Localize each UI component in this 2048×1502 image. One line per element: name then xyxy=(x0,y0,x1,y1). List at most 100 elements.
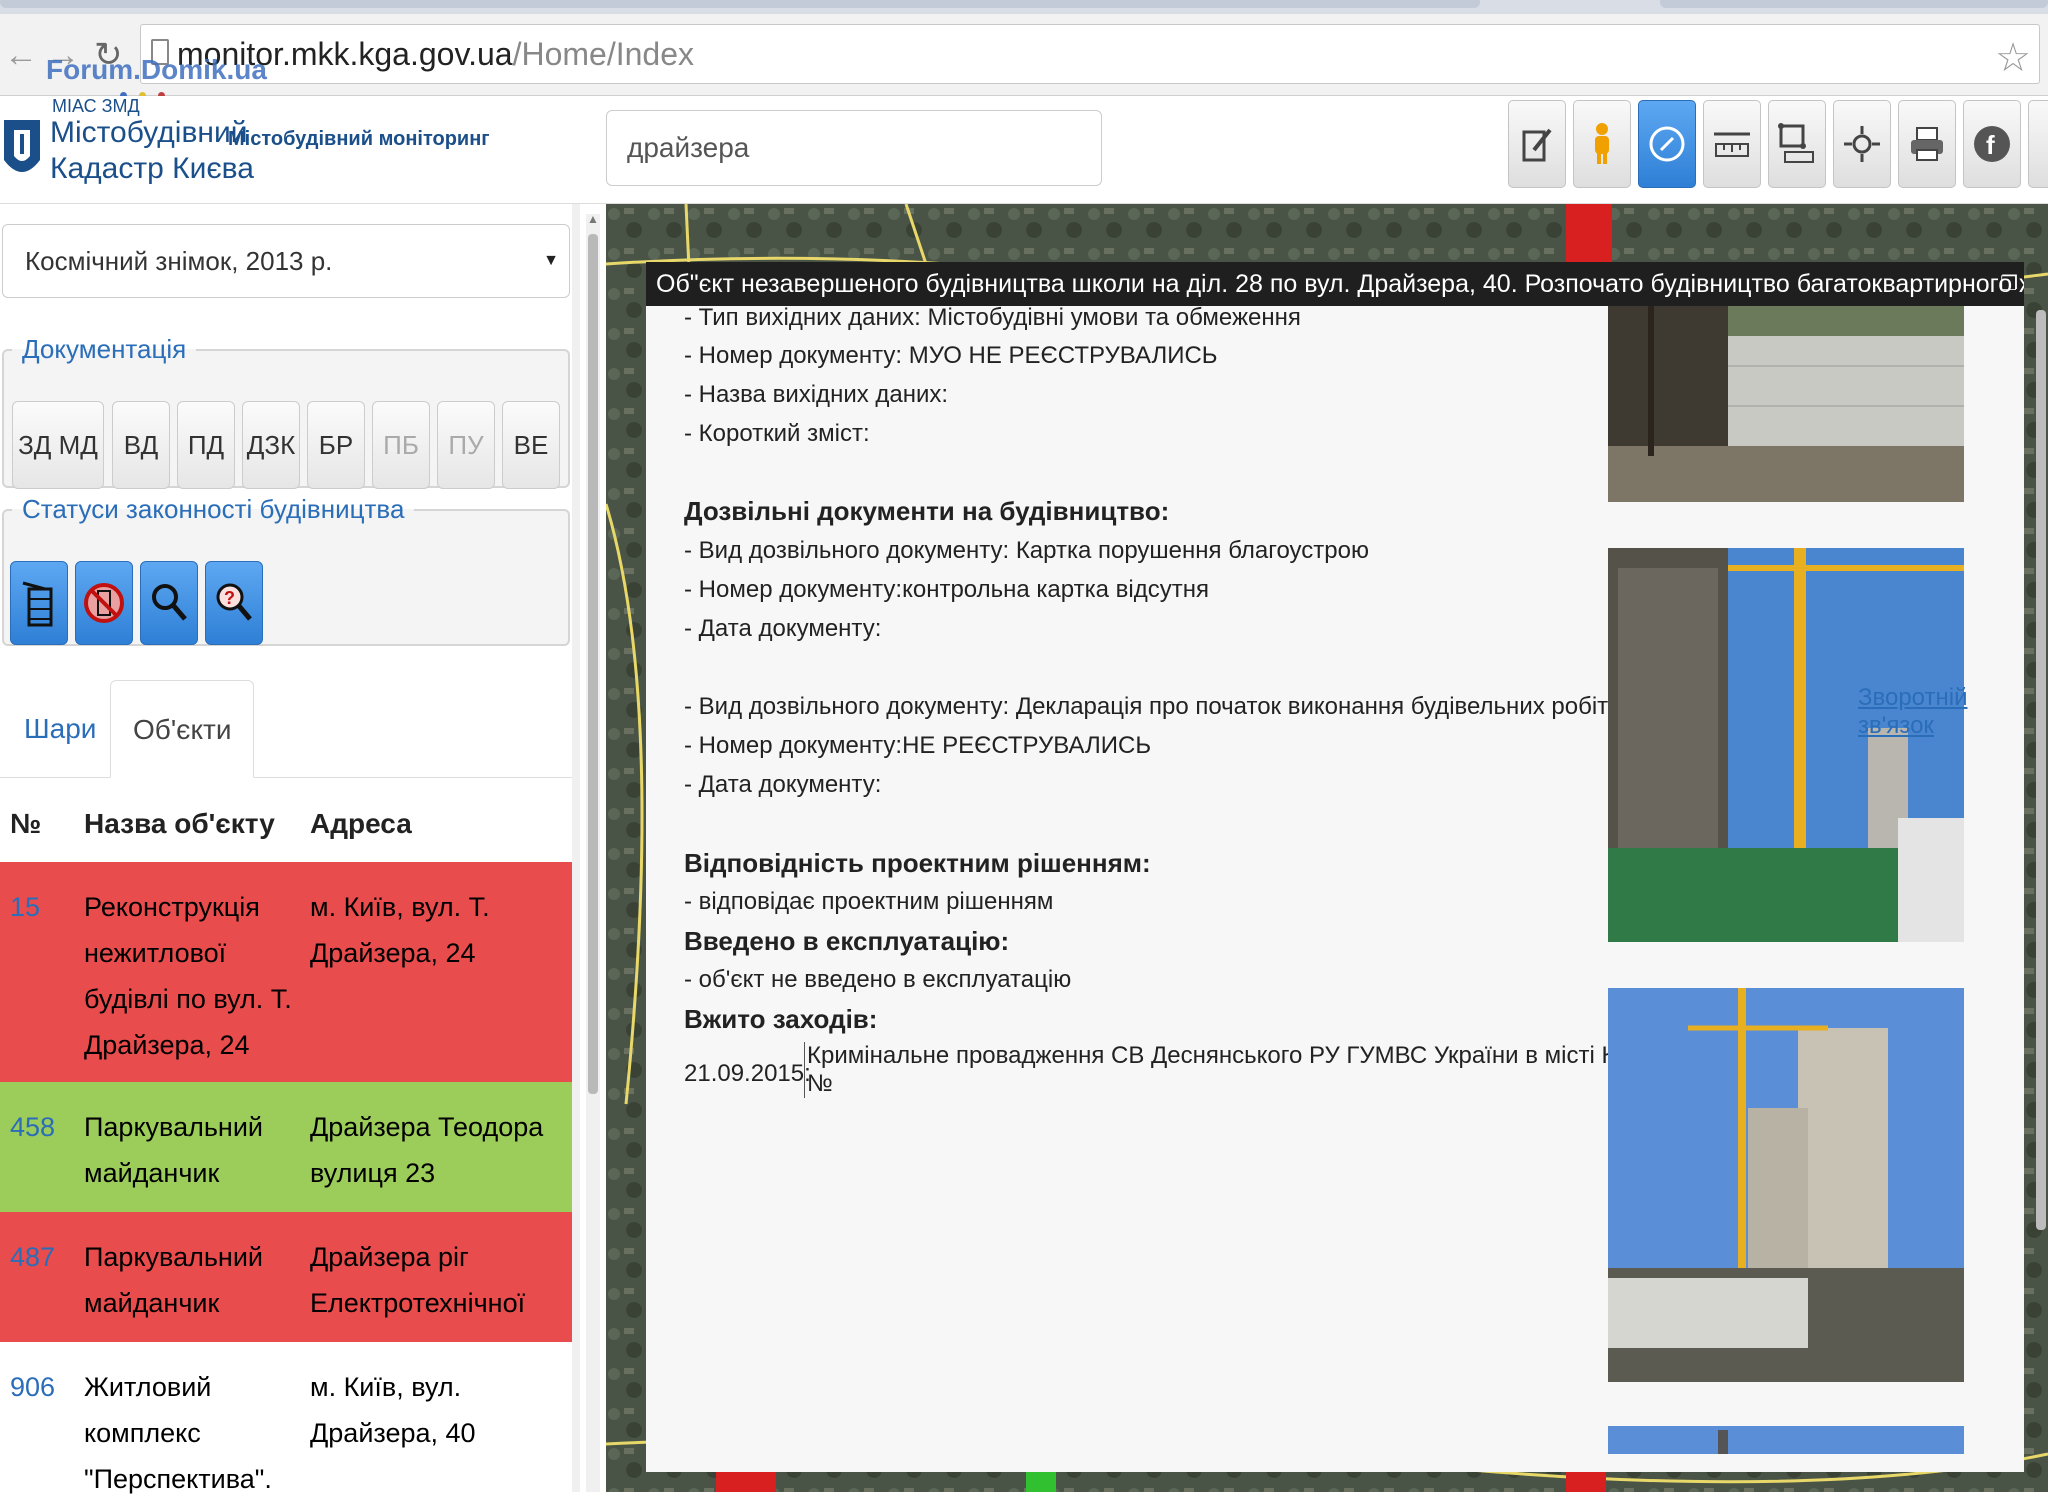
extra-tool-button[interactable] xyxy=(2028,100,2048,188)
construction-photo-2 xyxy=(1608,548,1964,942)
col-address-header[interactable]: Адреса xyxy=(310,808,412,840)
doc-button-vd[interactable]: ВД xyxy=(112,401,170,489)
scroll-up-icon[interactable]: ▲ xyxy=(587,212,599,226)
compass-tool-button[interactable] xyxy=(1638,100,1696,188)
svg-text:f: f xyxy=(1986,130,1995,160)
measure-text: Кримінальне провадження СВ Деснянського … xyxy=(804,1042,1659,1098)
search-input[interactable] xyxy=(606,110,1102,186)
col-name-header[interactable]: Назва об'єкту xyxy=(84,808,275,840)
object-photo[interactable] xyxy=(1608,1426,1964,1454)
construction-photo-4 xyxy=(1608,1426,1964,1454)
row-number[interactable]: 458 xyxy=(10,1104,55,1150)
illegal-building-icon xyxy=(84,583,124,623)
person-icon xyxy=(1595,123,1609,164)
row-number[interactable]: 15 xyxy=(10,884,40,930)
search-icon xyxy=(152,584,187,621)
status-legal-button[interactable] xyxy=(10,561,68,645)
doc-button-pb[interactable]: ПБ xyxy=(372,401,430,489)
info-line: - Короткий зміст: xyxy=(684,420,870,447)
popup-scrollbar-thumb[interactable] xyxy=(2036,310,2046,1230)
unknown-status-icon: ? xyxy=(216,583,252,621)
popup-title-text: Об"єкт незавершеного будівництва школи н… xyxy=(656,270,2024,298)
info-line: - Номер документу:НЕ РЕЄСТРУВАЛИСЬ xyxy=(684,732,1152,759)
measure-text-line2: № xyxy=(807,1070,833,1097)
object-photo[interactable] xyxy=(1608,306,1964,502)
row-name: Паркувальний майданчик xyxy=(84,1242,264,1318)
construction-photo-3 xyxy=(1608,988,1964,1382)
legality-status-legend: Статуси законності будівництва xyxy=(22,494,405,524)
row-address: Драйзера Теодора вулиця 23 xyxy=(310,1112,544,1188)
info-line: - Дата документу: xyxy=(684,615,882,642)
info-line: - Назва вихідних даних: xyxy=(684,381,949,408)
doc-button-pu[interactable]: ПУ xyxy=(437,401,495,489)
back-icon[interactable]: ← xyxy=(4,38,38,72)
documentation-group: Документація ЗД МД ВД ПД ДЗК БР ПБ ПУ ВЕ xyxy=(2,334,570,489)
sidebar-scrollbar-thumb[interactable] xyxy=(588,234,598,1094)
watermark: Forum.Domik.ua xyxy=(46,54,267,85)
table-row[interactable]: 458 Паркувальний майданчик Драйзера Теод… xyxy=(0,1082,572,1212)
browser-tab[interactable] xyxy=(1660,0,2048,8)
col-number-header[interactable]: № xyxy=(10,808,41,840)
app-subtitle: Містобудівний моніторинг xyxy=(228,128,490,150)
facebook-share-button[interactable]: f xyxy=(1963,100,2021,188)
info-line: - відповідає проектним рішенням xyxy=(684,888,1054,915)
doc-button-br[interactable]: БР xyxy=(307,401,365,489)
sidebar-panel: Космічний знімок, 2013 р. ▼ Документація… xyxy=(0,204,572,1502)
logo-line1: Містобудівний xyxy=(50,116,248,149)
row-name: Паркувальний майданчик xyxy=(84,1112,264,1188)
browser-address-bar: ← → ↻ monitor.mkk.kga.gov.ua/Home/Index … xyxy=(0,14,2048,99)
row-number[interactable]: 906 xyxy=(10,1364,55,1410)
row-name: Реконструкція нежитлової будівлі по вул.… xyxy=(84,892,292,1060)
info-heading: Вжито заходів: xyxy=(684,1004,878,1034)
watermark-dots xyxy=(120,86,200,99)
chevron-down-icon: ▼ xyxy=(543,252,559,269)
sidebar: Космічний знімок, 2013 р. ▼ Документація… xyxy=(0,204,580,1502)
construction-photo-1 xyxy=(1608,306,1964,502)
print-tool-button[interactable] xyxy=(1898,100,1956,188)
basemap-select-value: Космічний знімок, 2013 р. xyxy=(25,246,333,276)
area-measure-icon xyxy=(1778,123,1814,163)
streetview-tool-button[interactable] xyxy=(1573,100,1631,188)
print-icon xyxy=(1911,127,1943,161)
doc-button-pd[interactable]: ПД xyxy=(177,401,235,489)
tab-objects[interactable]: Об'єкти xyxy=(110,680,255,778)
object-photo[interactable] xyxy=(1608,988,1964,1382)
logo-line2: Кадастр Києва xyxy=(50,152,254,185)
popup-title: Об"єкт незавершеного будівництва школи н… xyxy=(646,262,2024,306)
table-row[interactable]: 487 Паркувальний майданчик Драйзера ріг … xyxy=(0,1212,572,1342)
area-tool-button[interactable] xyxy=(1768,100,1826,188)
url-path: /Home/Index xyxy=(512,36,694,72)
bookmark-star-icon[interactable]: ☆ xyxy=(1995,29,2031,87)
info-line: - Вид дозвільного документу: Декларація … xyxy=(684,693,1609,720)
kyiv-emblem-icon xyxy=(4,120,40,172)
tab-layers[interactable]: Шари xyxy=(2,680,118,778)
status-illegal-button[interactable] xyxy=(75,561,133,645)
status-inspection-button[interactable] xyxy=(140,561,198,645)
info-heading: Відповідність проектним рішенням: xyxy=(684,848,1151,878)
table-row[interactable]: 15 Реконструкція нежитлової будівлі по в… xyxy=(0,862,572,1082)
doc-button-zd-md[interactable]: ЗД МД xyxy=(12,401,104,489)
ruler-tool-button[interactable] xyxy=(1703,100,1761,188)
url-field[interactable]: monitor.mkk.kga.gov.ua/Home/Index ☆ xyxy=(140,24,2040,84)
row-address: Драйзера ріг Електротехнічної xyxy=(310,1242,526,1318)
row-address: м. Київ, вул. Т. Драйзера, 24 xyxy=(310,892,490,968)
basemap-select[interactable]: Космічний знімок, 2013 р. ▼ xyxy=(2,224,570,298)
legality-status-group: Статуси законності будівництва ? xyxy=(2,494,570,646)
locate-icon xyxy=(1844,126,1880,162)
table-row[interactable]: 906 Житловий комплекс "Перспектива". м. … xyxy=(0,1342,572,1502)
object-photo[interactable] xyxy=(1608,548,1964,942)
doc-button-ve[interactable]: ВЕ xyxy=(502,401,560,489)
row-number[interactable]: 487 xyxy=(10,1234,55,1280)
status-unknown-button[interactable]: ? xyxy=(205,561,263,645)
row-address: м. Київ, вул. Драйзера, 40 xyxy=(310,1372,476,1448)
edit-tool-button[interactable] xyxy=(1508,100,1566,188)
browser-tab[interactable] xyxy=(0,0,1480,8)
svg-text:?: ? xyxy=(224,588,235,608)
info-line: - Дата документу: xyxy=(684,771,882,798)
feedback-link[interactable]: Зворотній зв'язок xyxy=(1858,684,2048,740)
info-heading: Введено в експлуатацію: xyxy=(684,926,1010,956)
browser-tabstrip xyxy=(0,0,2048,14)
doc-button-dzk[interactable]: ДЗК xyxy=(242,401,300,489)
restore-window-icon[interactable]: ❐ xyxy=(2000,262,2018,306)
locate-tool-button[interactable] xyxy=(1833,100,1891,188)
